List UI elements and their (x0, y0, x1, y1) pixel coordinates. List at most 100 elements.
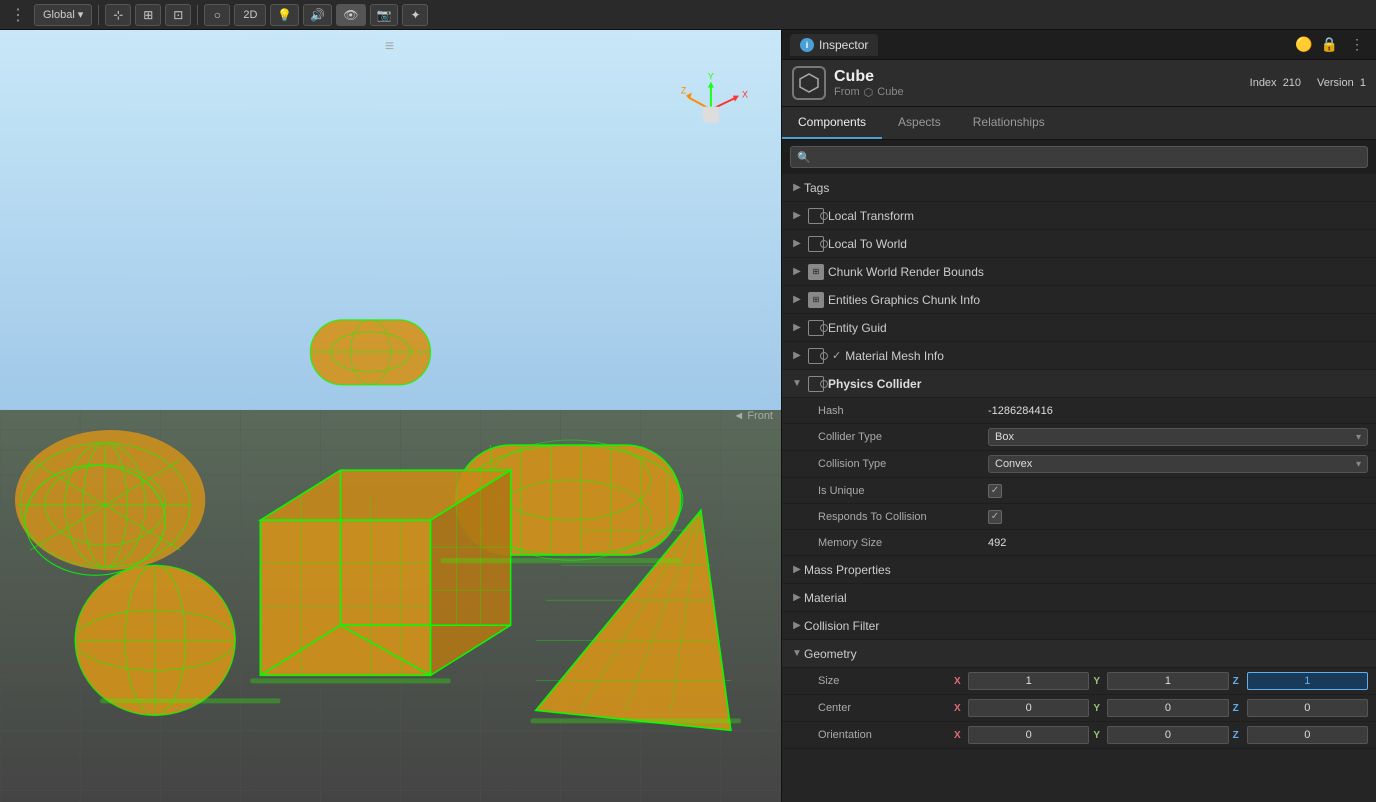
memory-row: Memory Size 492 (782, 530, 1376, 556)
orientation-y-input[interactable]: 0 (1107, 726, 1228, 744)
2d-label: 2D (243, 9, 257, 21)
is-unique-checkbox[interactable]: ✓ (988, 484, 1002, 498)
orientation-row: Orientation X 0 Y 0 Z 0 (782, 722, 1376, 749)
light-button[interactable]: 💡 (270, 4, 299, 26)
version-label: Version (1317, 77, 1354, 89)
search-input[interactable] (815, 150, 1361, 164)
ltw-chevron (790, 237, 804, 251)
size-z-input[interactable]: 1 (1247, 672, 1368, 690)
object-meta: Index 210 Version 1 (1250, 77, 1366, 89)
global-label: Global (43, 9, 75, 21)
geometry-section[interactable]: Geometry (782, 640, 1376, 668)
cw-puzzle-icon: ⊞ (808, 264, 824, 280)
eg-label: Entities Graphics Chunk Info (828, 293, 980, 307)
tags-chevron (790, 181, 804, 195)
orientation-fields: X 0 Y 0 Z 0 (954, 726, 1368, 744)
orientation-x-field: X 0 (954, 726, 1089, 744)
effects-button[interactable]: ✦ (402, 4, 428, 26)
mm-check-icon: ✓ (832, 349, 841, 362)
collision-type-label: Collision Type (818, 458, 988, 470)
svg-text:X: X (742, 90, 748, 100)
panel-dots-icon[interactable]: ⋮ (1346, 36, 1368, 53)
tags-label: Tags (804, 181, 829, 195)
size-z-axis: Z (1233, 676, 1245, 687)
scale-tool-button[interactable]: ⊡ (165, 4, 191, 26)
mass-properties-section[interactable]: Mass Properties (782, 556, 1376, 584)
2d-button[interactable]: 2D (234, 4, 266, 26)
physics-collider-content: Hash -1286284416 Collider Type Box ▾ Col… (782, 398, 1376, 556)
collision-type-dropdown[interactable]: Convex ▾ (988, 455, 1368, 473)
lock-icon[interactable]: 🔒 (1321, 36, 1338, 53)
camera-button[interactable]: 📷 (370, 4, 399, 26)
svg-text:Y: Y (708, 72, 714, 82)
tab-relationships[interactable]: Relationships (957, 107, 1061, 139)
collision-filter-section[interactable]: Collision Filter (782, 612, 1376, 640)
size-x-axis: X (954, 676, 966, 687)
ltw-puzzle-icon (808, 236, 824, 252)
viewport[interactable]: ≡ (0, 30, 781, 802)
center-row: Center X 0 Y 0 Z 0 (782, 695, 1376, 722)
eguid-label: Entity Guid (828, 321, 887, 335)
size-y-input[interactable]: 1 (1107, 672, 1228, 690)
local-to-world-section[interactable]: Local To World (782, 230, 1376, 258)
inspector-tab-label: Inspector (819, 38, 868, 52)
orientation-z-input[interactable]: 0 (1247, 726, 1368, 744)
search-bar: 🔍 (782, 140, 1376, 174)
material-mesh-section[interactable]: ✓ Material Mesh Info (782, 342, 1376, 370)
mp-label: Mass Properties (804, 563, 891, 577)
search-icon: 🔍 (797, 151, 811, 164)
menu-dots-icon[interactable]: ⋮ (6, 5, 30, 25)
center-x-field: X 0 (954, 699, 1089, 717)
eguid-puzzle-icon (808, 320, 824, 336)
size-x-input[interactable]: 1 (968, 672, 1089, 690)
chunk-world-section[interactable]: ⊞ Chunk World Render Bounds (782, 258, 1376, 286)
chevron-down-icon: ▾ (78, 8, 84, 21)
audio-button[interactable]: 🔊 (303, 4, 332, 26)
object-name: Cube (834, 68, 1242, 86)
entities-graphics-section[interactable]: ⊞ Entities Graphics Chunk Info (782, 286, 1376, 314)
size-y-field: Y 1 (1093, 672, 1228, 690)
lt-label: Local Transform (828, 209, 914, 223)
lt-chevron (790, 209, 804, 223)
tab-aspects[interactable]: Aspects (882, 107, 957, 139)
scene-canvas: Y X Z (0, 30, 781, 802)
local-transform-section[interactable]: Local Transform (782, 202, 1376, 230)
object-icon (792, 66, 826, 100)
version-meta: Version 1 (1317, 77, 1366, 89)
eg-puzzle-icon: ⊞ (808, 292, 824, 308)
physics-collider-section[interactable]: Physics Collider (782, 370, 1376, 398)
size-row: Size X 1 Y 1 Z 1 (782, 668, 1376, 695)
center-y-input[interactable]: 0 (1107, 699, 1228, 717)
center-y-axis: Y (1093, 703, 1105, 714)
center-z-field: Z 0 (1233, 699, 1368, 717)
tags-section[interactable]: Tags (782, 174, 1376, 202)
center-label: Center (818, 702, 948, 714)
component-list: Tags Local Transform Local To World ⊞ Ch… (782, 174, 1376, 802)
material-section[interactable]: Material (782, 584, 1376, 612)
separator-2 (197, 5, 198, 25)
center-y-field: Y 0 (1093, 699, 1228, 717)
header-icons: 🟡 🔒 ⋮ (1295, 36, 1368, 53)
center-z-input[interactable]: 0 (1247, 699, 1368, 717)
size-x-field: X 1 (954, 672, 1089, 690)
transform-tool-button[interactable]: ⊹ (105, 4, 131, 26)
mat-chevron (790, 591, 804, 605)
inspector-icon: i (800, 38, 814, 52)
ltw-label: Local To World (828, 237, 907, 251)
entity-guid-section[interactable]: Entity Guid (782, 314, 1376, 342)
version-value: 1 (1360, 77, 1366, 89)
tab-components[interactable]: Components (782, 107, 882, 139)
collider-type-dropdown[interactable]: Box ▾ (988, 428, 1368, 446)
center-x-input[interactable]: 0 (968, 699, 1089, 717)
move-tool-button[interactable]: ⊞ (135, 4, 161, 26)
dropdown-arrow-icon: ▾ (1356, 432, 1361, 443)
orientation-x-input[interactable]: 0 (968, 726, 1089, 744)
front-label: ◄ Front (733, 410, 773, 422)
visibility-button[interactable]: 👁 (336, 4, 365, 26)
circle-button[interactable]: ○ (204, 4, 230, 26)
inspector-tab[interactable]: i Inspector (790, 34, 878, 56)
responds-checkbox[interactable]: ✓ (988, 510, 1002, 524)
collider-type-value: Box (995, 431, 1014, 443)
global-button[interactable]: Global ▾ (34, 4, 92, 26)
hash-value: -1286284416 (988, 405, 1368, 417)
